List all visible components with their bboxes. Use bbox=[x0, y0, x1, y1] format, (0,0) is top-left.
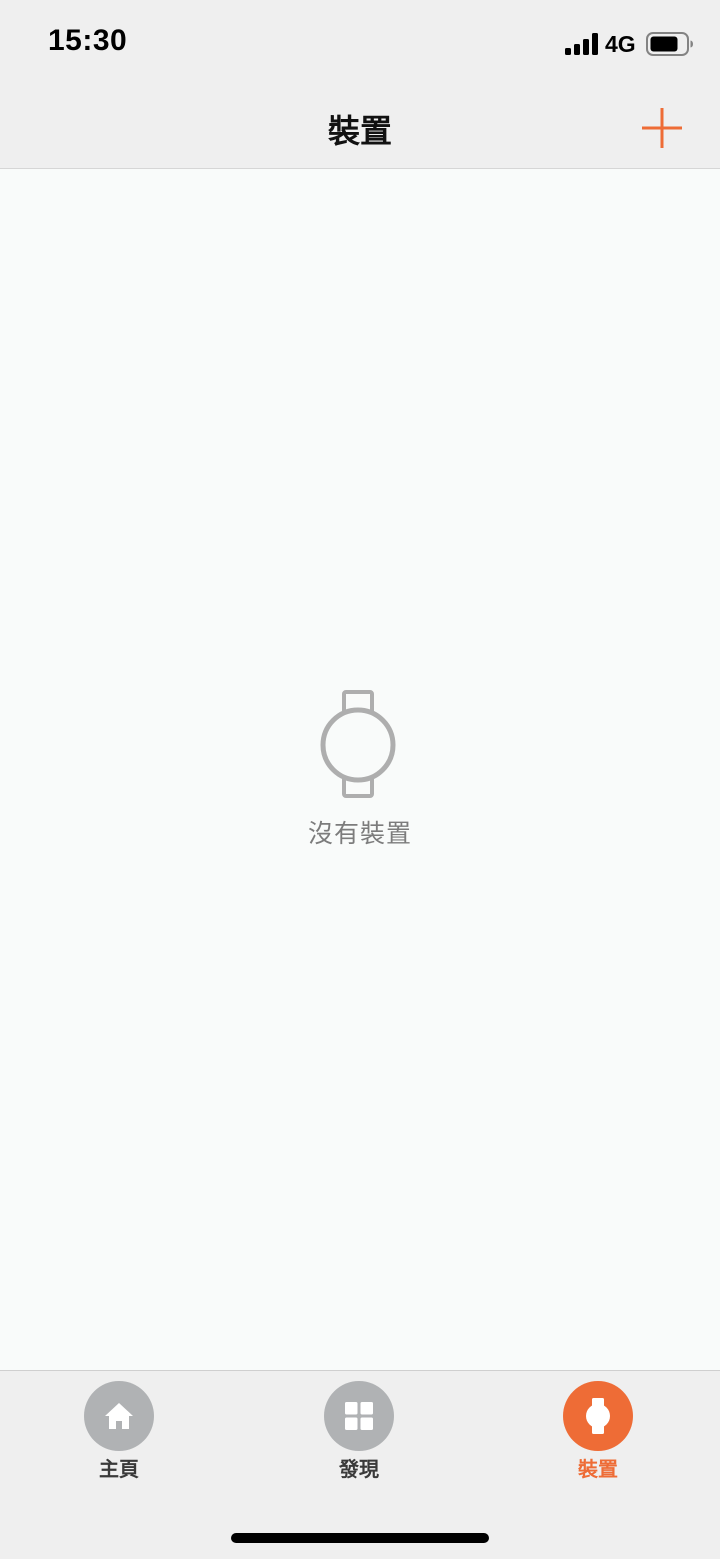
page-title: 裝置 bbox=[327, 112, 392, 150]
tab-discover[interactable]: 發現 bbox=[299, 1381, 419, 1482]
tab-bar: 主頁 發現 裝置 bbox=[0, 1370, 720, 1559]
add-device-button[interactable] bbox=[640, 106, 684, 150]
battery-icon bbox=[646, 32, 693, 56]
navigation-bar: 裝置 bbox=[0, 88, 720, 169]
tab-discover-circle bbox=[324, 1381, 394, 1451]
tab-discover-label: 發現 bbox=[339, 1457, 379, 1481]
tab-home-label: 主頁 bbox=[99, 1457, 139, 1481]
tab-devices[interactable]: 裝置 bbox=[538, 1381, 658, 1482]
network-type: 4G bbox=[605, 31, 636, 57]
cellular-signal-icon bbox=[565, 33, 598, 55]
tab-devices-circle bbox=[563, 1381, 633, 1451]
status-time: 15:30 bbox=[48, 24, 128, 57]
watch-icon bbox=[586, 1398, 610, 1434]
empty-state: 沒有裝置 bbox=[0, 688, 720, 850]
tab-home-circle bbox=[84, 1381, 154, 1451]
home-indicator bbox=[231, 1533, 489, 1543]
empty-state-message: 沒有裝置 bbox=[307, 819, 412, 848]
tab-devices-label: 裝置 bbox=[578, 1457, 618, 1481]
watch-icon bbox=[320, 690, 396, 798]
grid-icon bbox=[345, 1402, 373, 1430]
status-bar: 15:30 4G bbox=[0, 0, 720, 88]
tab-home[interactable]: 主頁 bbox=[59, 1381, 179, 1482]
plus-icon bbox=[642, 108, 682, 148]
devices-screen: 15:30 4G 裝置 沒有裝置 主頁 發現 裝置 bbox=[0, 0, 720, 1559]
home-icon bbox=[105, 1403, 133, 1429]
